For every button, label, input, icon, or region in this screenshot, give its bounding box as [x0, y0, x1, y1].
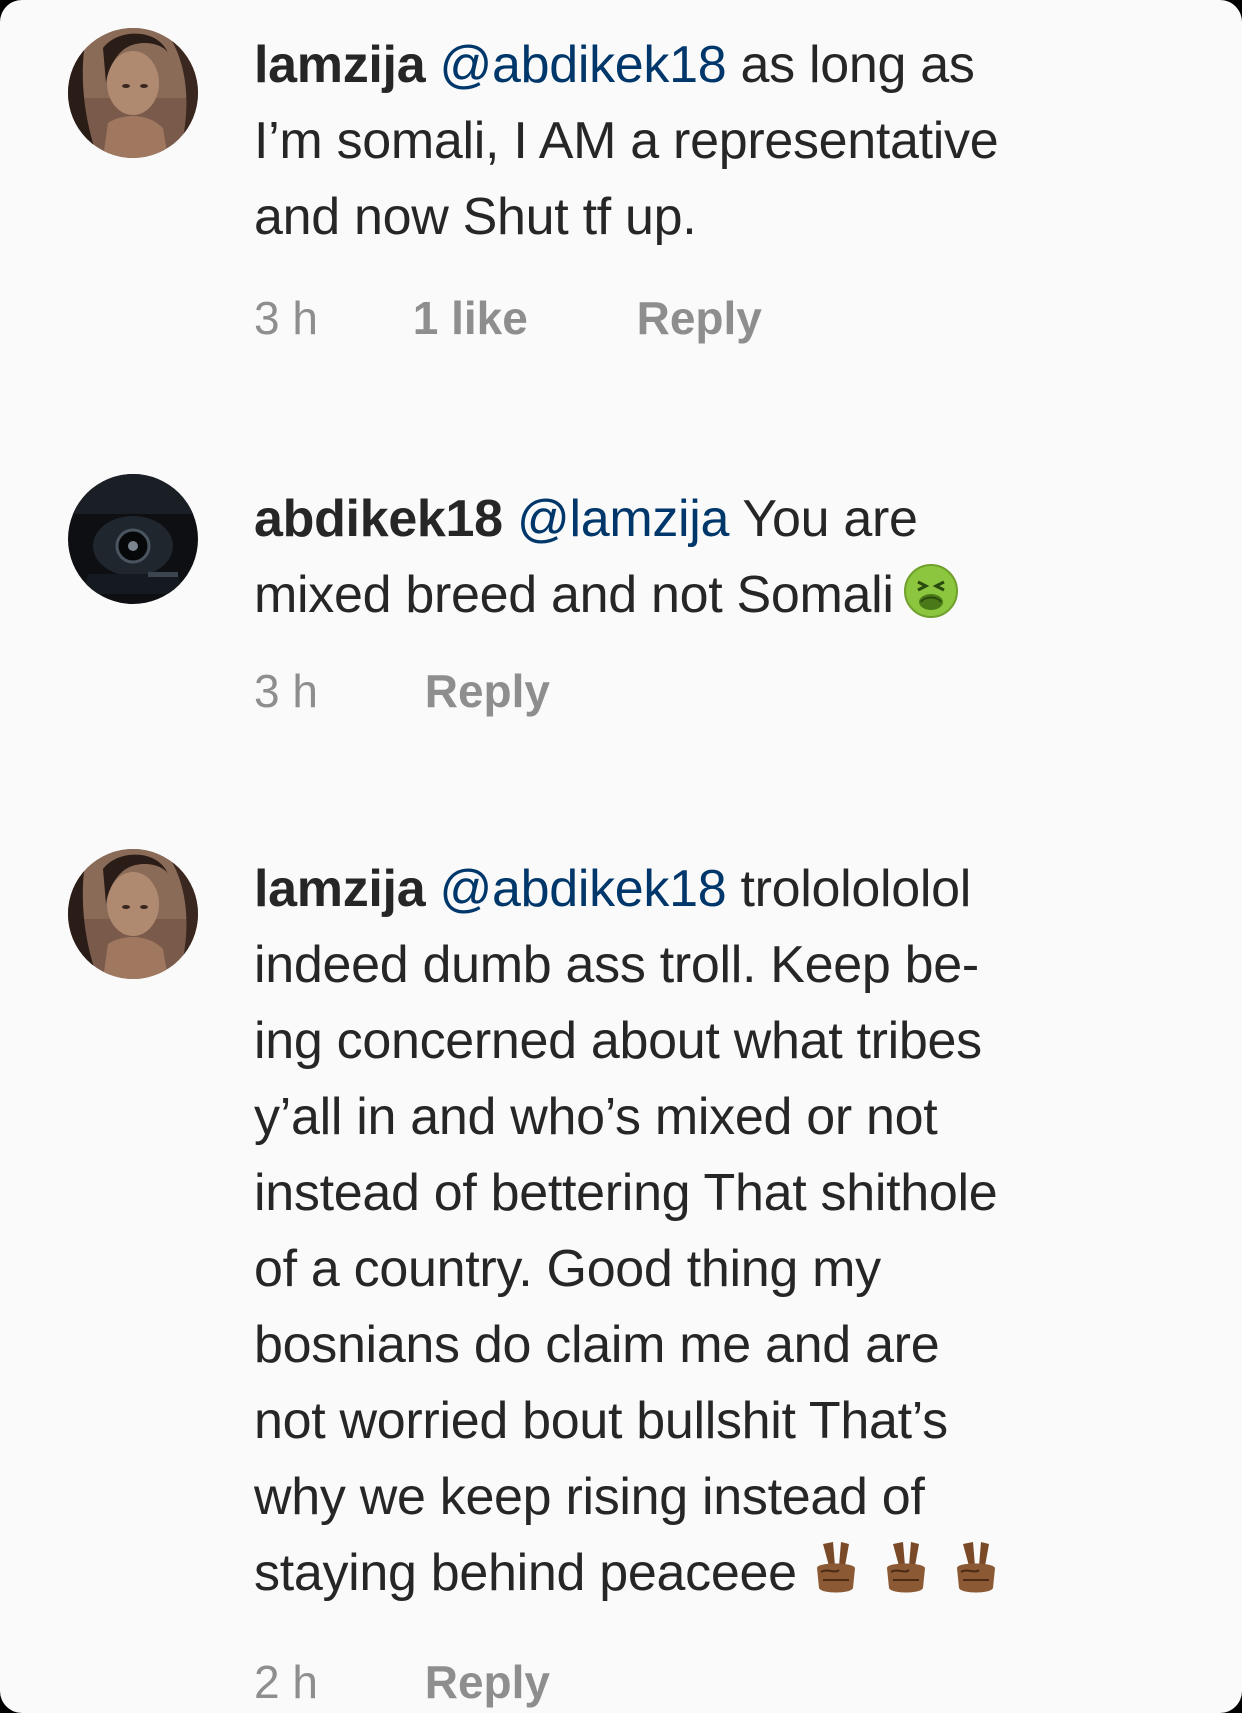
comment-line: abdikek18 @lamzija You are — [254, 481, 1214, 557]
comment-text: lamzija @abdikek18 trololololol indeed d… — [254, 851, 1214, 1619]
comment-meta: 3 h 1 like Reply — [254, 290, 762, 346]
comment-timestamp: 2 h — [254, 1656, 318, 1708]
comment-line-text: instead of bettering That shithole — [254, 1164, 998, 1222]
comment-line-text: not worried bout bullshit That’s — [254, 1392, 948, 1450]
comment-line-text: of a country. Good thing my — [254, 1240, 881, 1298]
reply-button[interactable]: Reply — [425, 1654, 550, 1710]
comment-line-text: mixed breed and not Somali — [254, 566, 894, 624]
comment-username[interactable]: lamzija — [254, 36, 426, 94]
comment-text: lamzija @abdikek18 as long as I’m somali… — [254, 27, 1214, 255]
comment-line-text: and now Shut tf up. — [254, 188, 697, 246]
comment-line-text: I’m somali, I AM a representative — [254, 112, 999, 170]
screenshot-frame: lamzija @abdikek18 as long as I’m somali… — [0, 0, 1242, 1713]
comment-line-text: trololololol — [726, 860, 972, 918]
comment-mention[interactable]: @lamzija — [517, 490, 730, 548]
comment-username[interactable]: lamzija — [254, 860, 426, 918]
comment-timestamp: 3 h — [254, 292, 318, 344]
comment-line-text: staying behind peaceee — [254, 1544, 797, 1602]
victory-hand-icon — [875, 1536, 937, 1619]
comment-mention[interactable]: @abdikek18 — [439, 860, 726, 918]
avatar[interactable] — [68, 28, 198, 158]
comment-username[interactable]: abdikek18 — [254, 490, 503, 548]
comment-line: mixed breed and not Somali — [254, 557, 1214, 641]
comment-line: lamzija @abdikek18 as long as — [254, 27, 1214, 103]
comment-line-text: ing concerned about what tribes — [254, 1012, 982, 1070]
comment-line-text: as long as — [726, 36, 975, 94]
nauseated-face-icon — [902, 562, 960, 641]
comment-line-text: bosnians do claim me and are — [254, 1316, 940, 1374]
comments-thread: lamzija @abdikek18 as long as I’m somali… — [0, 0, 1242, 1713]
reply-button[interactable]: Reply — [425, 663, 550, 719]
comment-line: staying behind peaceee — [254, 1535, 1214, 1619]
profile-photo-icon — [68, 474, 198, 604]
comment-meta: 2 h Reply — [254, 1654, 550, 1710]
comment-meta: 3 h Reply — [254, 663, 550, 719]
comment-likes-link[interactable]: 1 like — [413, 290, 528, 346]
comment-line: lamzija @abdikek18 trololololol — [254, 851, 1214, 927]
comment-line-text: why we keep rising instead of — [254, 1468, 925, 1526]
avatar[interactable] — [68, 849, 198, 979]
victory-hand-icon — [805, 1536, 867, 1619]
profile-photo-icon — [68, 28, 198, 158]
comment-line-text: You are — [729, 490, 918, 548]
comment-text: abdikek18 @lamzija You are mixed breed a… — [254, 481, 1214, 641]
comment-line-text: y’all in and who’s mixed or not — [254, 1088, 938, 1146]
victory-hand-icon — [945, 1536, 1007, 1619]
comment-timestamp: 3 h — [254, 665, 318, 717]
avatar[interactable] — [68, 474, 198, 604]
comment-mention[interactable]: @abdikek18 — [439, 36, 726, 94]
profile-photo-icon — [68, 849, 198, 979]
comment-line-text: indeed dumb ass troll. Keep be- — [254, 936, 979, 994]
reply-button[interactable]: Reply — [637, 290, 762, 346]
